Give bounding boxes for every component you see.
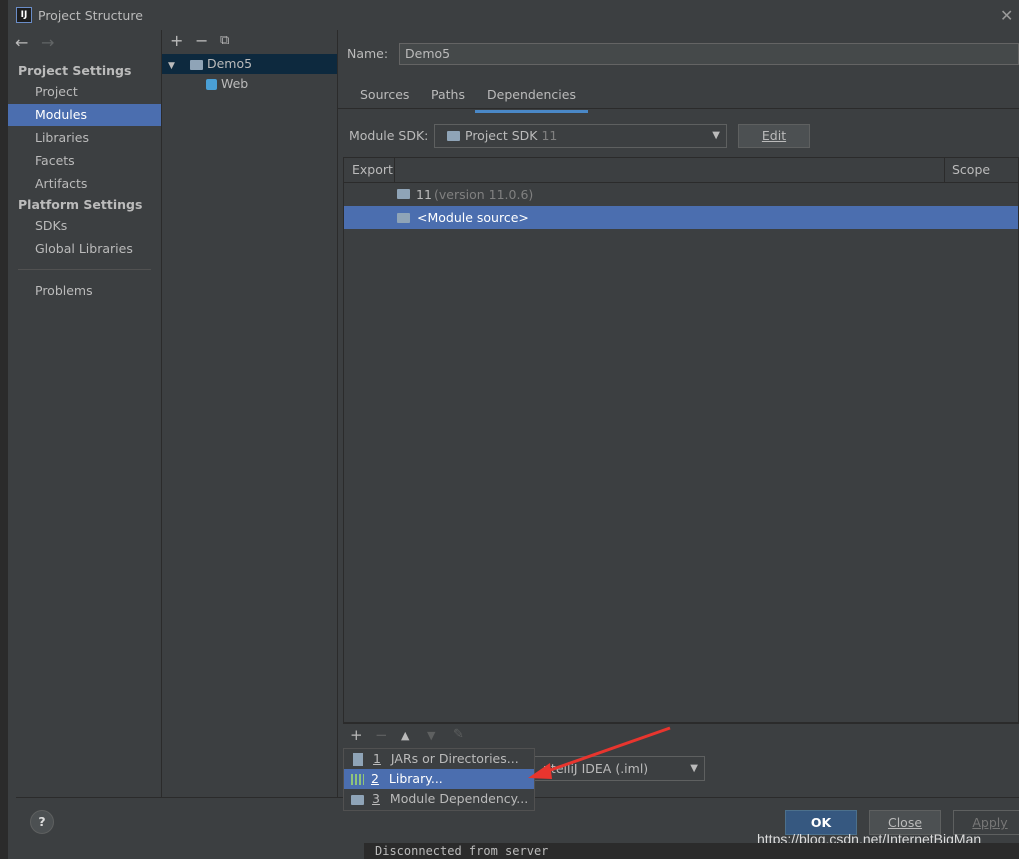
dependency-name: <Module source> (417, 210, 529, 225)
add-dependency-popup: 1 JARs or Directories... 2 Library... 3 … (343, 748, 535, 811)
table-row[interactable]: <Module source> (344, 206, 1018, 229)
sdk-value: Project SDK (465, 128, 538, 143)
project-structure-dialog: IJ Project Structure ✕ ← → Project Setti… (8, 0, 1019, 859)
table-header: Export Scope (344, 158, 1018, 183)
sidebar-item-global-libraries[interactable]: Global Libraries (8, 238, 161, 260)
column-divider (394, 158, 395, 182)
chevron-down-icon: ▼ (690, 763, 698, 774)
remove-module-icon[interactable]: − (195, 31, 208, 50)
sdk-version: 11 (541, 128, 558, 143)
sidebar-divider (18, 269, 151, 270)
move-up-icon[interactable]: ▲ (401, 729, 409, 742)
sidebar-item-libraries[interactable]: Libraries (8, 127, 161, 149)
popup-item-number: 3 (371, 791, 380, 806)
sidebar-item-problems[interactable]: Problems (8, 280, 161, 302)
module-folder-icon (189, 59, 203, 70)
library-icon (351, 774, 364, 785)
name-label: Name: (347, 46, 389, 61)
module-sdk-select[interactable]: Project SDK 11 ▼ (434, 124, 727, 148)
source-folder-icon (397, 213, 410, 223)
tab-divider (338, 108, 1019, 109)
add-module-icon[interactable]: + (170, 31, 183, 50)
sidebar-item-artifacts[interactable]: Artifacts (8, 173, 161, 195)
table-toolbar: + − ▲ ▼ ✎ (343, 723, 1019, 748)
sidebar-item-facets[interactable]: Facets (8, 150, 161, 172)
close-icon[interactable]: ✕ (1000, 6, 1013, 25)
popup-item-number: 1 (372, 751, 381, 766)
edit-pencil-icon[interactable]: ✎ (453, 727, 464, 742)
chevron-down-icon: ▼ (712, 130, 720, 141)
close-button-label: Close (887, 815, 923, 830)
dependency-detail: (version 11.0.6) (434, 187, 534, 202)
module-name-field[interactable]: Demo5 (399, 43, 1019, 65)
dependencies-table: Export Scope 11 (version 11.0.6) <Module… (343, 157, 1019, 723)
web-facet-icon (206, 79, 217, 90)
column-divider (944, 158, 945, 182)
popup-item-label: Module Dependency... (389, 791, 529, 806)
sidebar-item-modules[interactable]: Modules (8, 104, 161, 126)
tree-item-web[interactable]: Web (162, 74, 337, 94)
project-settings-header: Project Settings (18, 63, 132, 78)
popup-item-jars[interactable]: 1 JARs or Directories... (344, 749, 534, 769)
platform-settings-header: Platform Settings (18, 197, 143, 212)
title-bar: IJ Project Structure ✕ (8, 0, 1019, 30)
sdk-folder-icon (397, 189, 410, 199)
tree-item-demo5[interactable]: ▼ Demo5 (162, 54, 337, 74)
module-folder-icon (351, 794, 364, 805)
arrow-head (528, 763, 552, 779)
help-button[interactable]: ? (30, 810, 54, 834)
chevron-down-icon[interactable]: ▼ (162, 56, 184, 76)
arrow-shaft (541, 726, 671, 775)
apply-button-label: Apply (972, 815, 1008, 830)
intellij-logo-icon: IJ (16, 7, 32, 23)
tree-item-label: Demo5 (206, 56, 253, 71)
popup-item-library[interactable]: 2 Library... (344, 769, 534, 789)
popup-item-module-dependency[interactable]: 3 Module Dependency... (344, 789, 534, 809)
back-arrow-icon[interactable]: ← (15, 33, 28, 52)
edit-sdk-button[interactable]: Edit (738, 124, 810, 148)
popup-item-number: 2 (370, 771, 379, 786)
table-row[interactable]: 11 (version 11.0.6) (344, 183, 1018, 206)
copy-module-icon[interactable]: ⧉ (220, 33, 229, 48)
popup-item-label: Library... (388, 771, 443, 786)
module-sdk-label: Module SDK: (349, 128, 429, 143)
window-title: Project Structure (38, 8, 143, 23)
jar-icon (353, 753, 363, 766)
settings-sidebar: ← → Project Settings Project Modules Lib… (8, 30, 162, 797)
module-settings-panel: Name: Demo5 Sources Paths Dependencies M… (338, 30, 1019, 797)
tab-sources[interactable]: Sources (360, 86, 409, 110)
tree-item-label: Web (220, 76, 249, 91)
remove-dependency-icon[interactable]: − (375, 726, 388, 744)
sdk-folder-icon (447, 131, 460, 141)
column-export[interactable]: Export (352, 158, 393, 182)
move-down-icon[interactable]: ▼ (427, 729, 435, 742)
add-dependency-icon[interactable]: + (350, 726, 363, 744)
tab-paths[interactable]: Paths (431, 86, 465, 110)
sidebar-item-project[interactable]: Project (8, 81, 161, 103)
popup-item-label: JARs or Directories... (390, 751, 519, 766)
column-scope[interactable]: Scope (952, 158, 990, 182)
dependency-name: 11 (416, 187, 432, 202)
console-output: Disconnected from server (364, 843, 1019, 859)
module-tree-panel: + − ⧉ ▼ Demo5 Web (162, 30, 338, 797)
red-arrow-annotation (528, 726, 671, 779)
forward-arrow-icon[interactable]: → (41, 33, 54, 52)
sidebar-item-sdks[interactable]: SDKs (8, 215, 161, 237)
